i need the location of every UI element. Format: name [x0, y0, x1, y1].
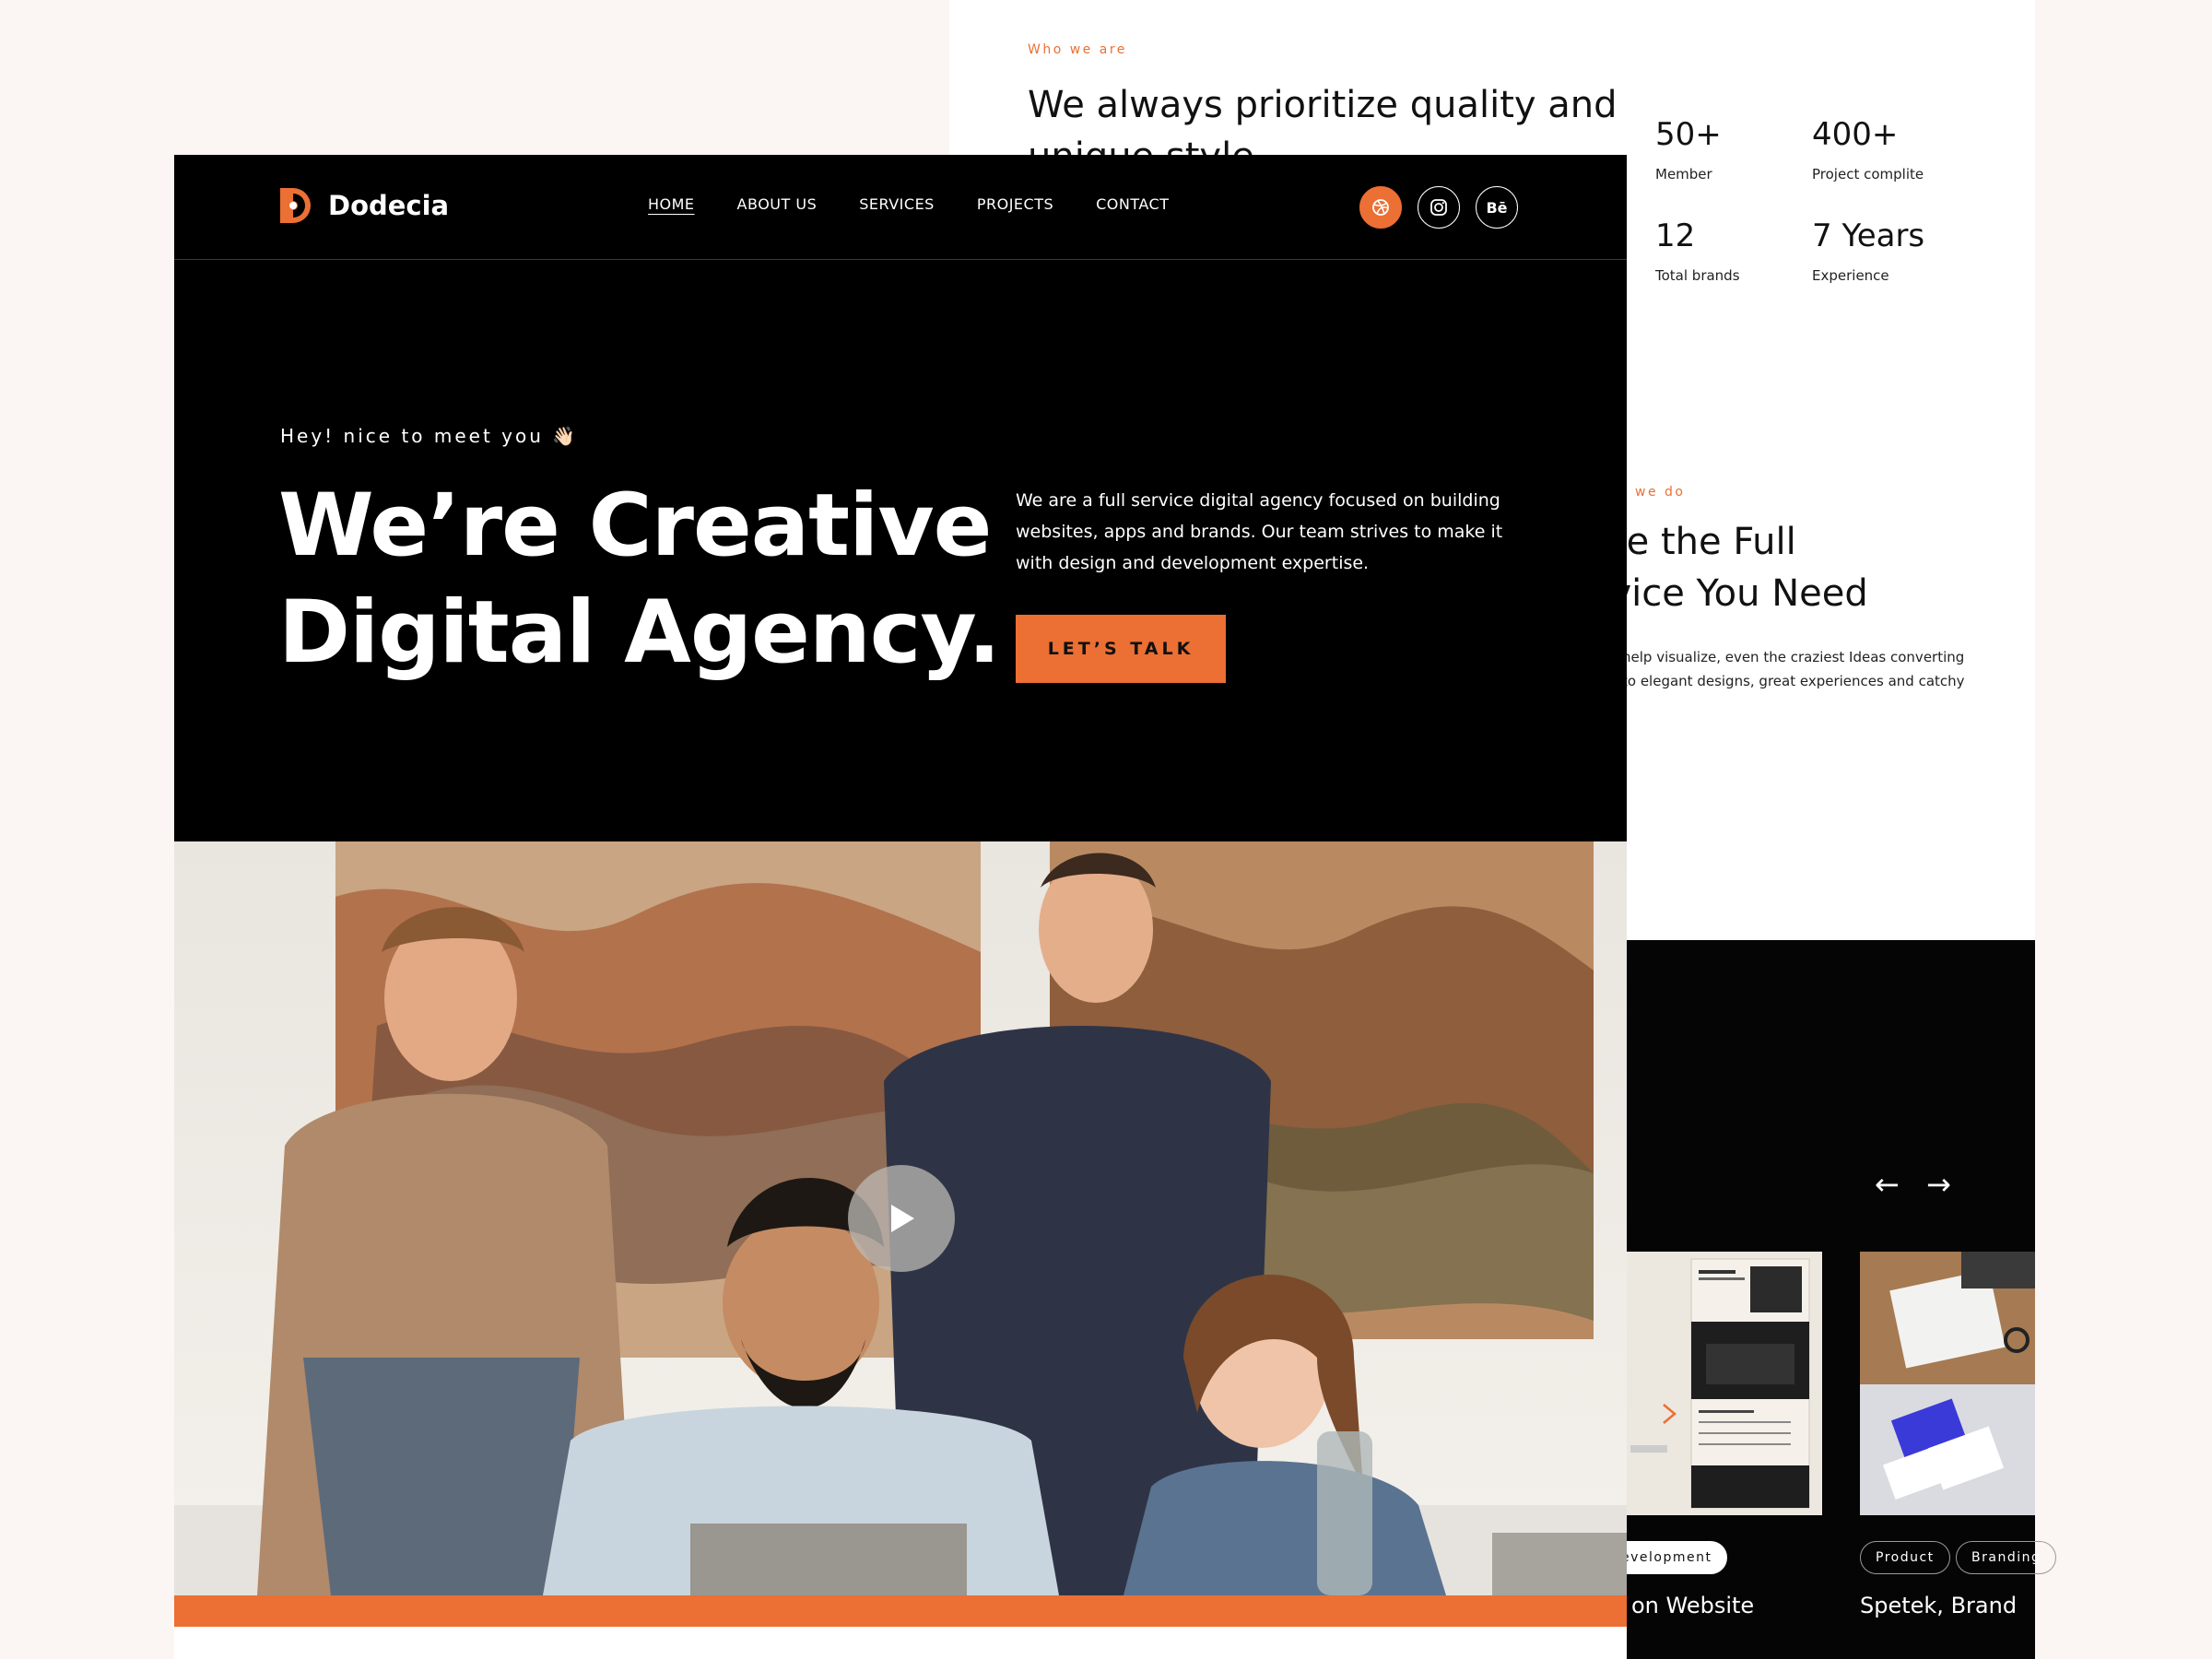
nav-item-about[interactable]: ABOUT US — [737, 195, 818, 213]
services-title: 've the Full rvice You Need — [1594, 516, 1868, 619]
logo-mark-icon — [280, 188, 315, 223]
page-continuation — [174, 1627, 1627, 1659]
play-icon[interactable] — [848, 1165, 955, 1272]
nav-item-contact[interactable]: CONTACT — [1096, 195, 1169, 213]
stat-brands: 12 Total brands — [1655, 218, 1740, 284]
services-eyebrow: we do — [1635, 485, 1686, 500]
dribbble-icon[interactable] — [1359, 186, 1402, 229]
services-text: help visualize, even the craziest Ideas … — [1622, 649, 1965, 689]
stat-label: Total brands — [1655, 267, 1740, 284]
behance-icon[interactable]: Bē — [1476, 186, 1518, 229]
stat-members: 50+ Member — [1655, 116, 1722, 182]
nav-item-home[interactable]: HOME — [648, 195, 695, 213]
accent-bar — [174, 1595, 1627, 1627]
hero-greeting: Hey! nice to meet you 👋🏻 — [280, 425, 579, 447]
hero-section: Dodecia HOME ABOUT US SERVICES PROJECTS … — [174, 155, 1627, 841]
stat-value: 7 Years — [1812, 218, 1925, 254]
social-links: Bē — [1359, 186, 1518, 229]
project-tag[interactable]: Branding — [1956, 1541, 2057, 1574]
landing-page: Dodecia HOME ABOUT US SERVICES PROJECTS … — [174, 155, 1627, 1659]
stat-value: 400+ — [1812, 116, 1899, 153]
about-eyebrow: Who we are — [1028, 42, 1127, 57]
instagram-icon[interactable] — [1418, 186, 1460, 229]
arrow-left-icon[interactable]: ← — [1875, 1167, 1900, 1202]
stat-value: 12 — [1655, 218, 1696, 254]
main-menu: HOME ABOUT US SERVICES PROJECTS CONTACT — [648, 195, 1170, 213]
project-title[interactable]: on Website — [1631, 1593, 1754, 1618]
headline-line: Digital Agency. — [278, 582, 1001, 683]
nav-item-services[interactable]: SERVICES — [859, 195, 935, 213]
services-title-line: 've the Full — [1594, 521, 1796, 563]
stat-label: Experience — [1812, 267, 1889, 284]
project-title[interactable]: Spetek, Brand — [1860, 1593, 2017, 1618]
stat-label: Project complite — [1812, 166, 1924, 182]
stat-projects: 400+ Project complite — [1812, 116, 1924, 182]
top-navigation: Dodecia HOME ABOUT US SERVICES PROJECTS … — [174, 155, 1627, 260]
nav-item-projects[interactable]: PROJECTS — [977, 195, 1053, 213]
project-thumbnail[interactable] — [1627, 1252, 1822, 1515]
stat-label: Member — [1655, 166, 1712, 182]
brand-logo[interactable]: Dodecia — [280, 188, 449, 223]
headline-line: We’re Creative — [278, 476, 992, 576]
services-title-line: rvice You Need — [1594, 572, 1868, 615]
stat-experience: 7 Years Experience — [1812, 218, 1924, 284]
hero-headline: We’re Creative Digital Agency. — [278, 473, 1001, 687]
stat-value: 50+ — [1655, 116, 1722, 153]
arrow-right-icon[interactable]: → — [1926, 1167, 1951, 1202]
project-tag[interactable]: Product — [1860, 1541, 1950, 1574]
hero-description: We are a full service digital agency foc… — [1016, 490, 1503, 573]
brand-name: Dodecia — [328, 190, 450, 221]
lets-talk-button[interactable]: LET’S TALK — [1016, 615, 1226, 683]
project-thumbnail[interactable] — [1860, 1252, 2035, 1515]
